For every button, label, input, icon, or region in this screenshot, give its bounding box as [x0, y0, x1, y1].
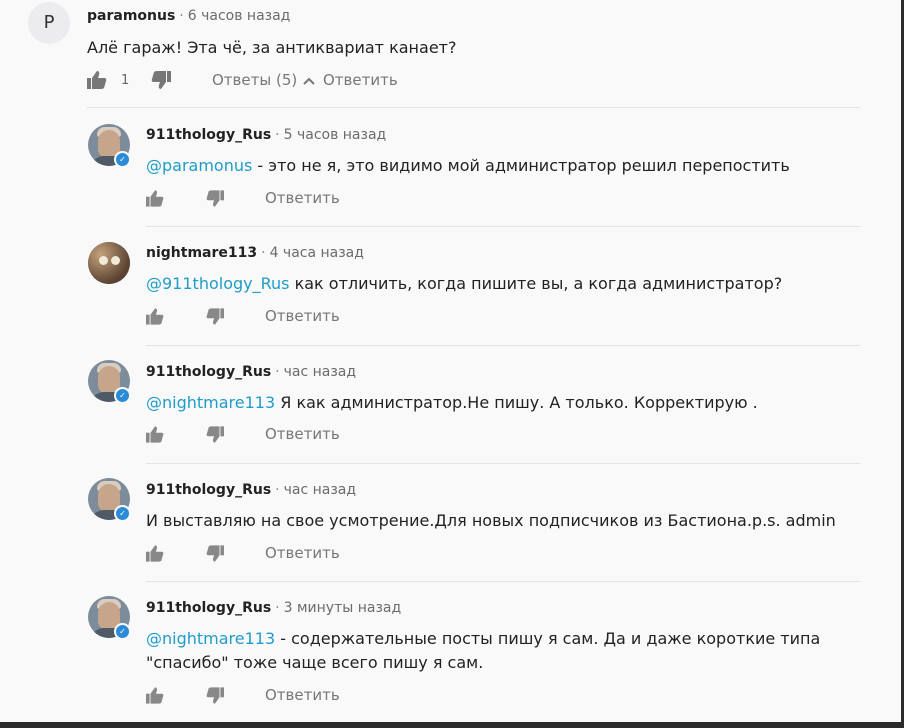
comment-body: Я как администратор.Не пишу. А только. К…	[275, 393, 758, 412]
comment-time[interactable]: 6 часов назад	[188, 8, 291, 24]
chevron-up-icon	[303, 71, 315, 89]
comment-body: - это не я, это видимо мой администратор…	[252, 156, 790, 175]
comment-body: как отличить, когда пишите вы, а когда а…	[289, 274, 783, 293]
thumbs-down-icon[interactable]	[206, 424, 224, 444]
comment-meta: 911thology_Rus · 5 часов назад	[146, 126, 386, 144]
avatar[interactable]: P	[28, 2, 70, 44]
user-mention[interactable]: @nightmare113	[146, 629, 275, 648]
reply-button[interactable]: Ответить	[265, 424, 340, 444]
verified-badge-icon: ✓	[114, 387, 131, 404]
meta-separator: ·	[275, 600, 280, 616]
comment-meta: 911thology_Rus · час назад	[146, 481, 356, 499]
comment-actions: Ответить	[146, 424, 446, 444]
thumbs-up-icon[interactable]	[146, 685, 164, 705]
replies-toggle[interactable]: Ответы (5)	[212, 70, 315, 90]
author-name[interactable]: 911thology_Rus	[146, 482, 271, 498]
window-frame-bottom	[0, 722, 904, 728]
comment-text: @nightmare113 Я как администратор.Не пиш…	[146, 391, 861, 415]
comment-meta: 911thology_Rus · час назад	[146, 363, 356, 381]
thumbs-up-icon[interactable]	[146, 424, 164, 444]
reply-button[interactable]: Ответить	[323, 70, 398, 90]
comment-time[interactable]: 3 минуты назад	[284, 600, 402, 616]
verified-badge-icon: ✓	[114, 151, 131, 168]
thumbs-up-icon[interactable]	[87, 70, 107, 90]
meta-separator: ·	[275, 482, 280, 498]
comment-body: Алё гараж! Эта чё, за антиквариат канает…	[87, 38, 457, 57]
comment-meta: nightmare113 · 4 часа назад	[146, 244, 364, 262]
author-name[interactable]: 911thology_Rus	[146, 600, 271, 616]
reply-button[interactable]: Ответить	[265, 306, 340, 326]
thumbs-down-icon[interactable]	[206, 685, 224, 705]
comment-text: И выставляю на свое усмотрение.Для новых…	[146, 509, 861, 533]
verified-badge-icon: ✓	[114, 505, 131, 522]
author-name[interactable]: nightmare113	[146, 245, 257, 261]
divider	[146, 226, 860, 227]
comment-body: И выставляю на свое усмотрение.Для новых…	[146, 511, 836, 530]
author-name[interactable]: paramonus	[87, 8, 175, 24]
thumbs-up-icon[interactable]	[146, 188, 164, 208]
meta-separator: ·	[275, 364, 280, 380]
comment-actions: Ответить	[146, 685, 446, 705]
thumbs-up-icon[interactable]	[146, 543, 164, 563]
replies-label: Ответы (5)	[212, 71, 298, 89]
meta-separator: ·	[179, 8, 184, 24]
comment-time[interactable]: 4 часа назад	[270, 245, 364, 261]
comment-actions: Ответить	[146, 188, 446, 208]
comment-text: @911thology_Rus как отличить, когда пиши…	[146, 272, 861, 296]
avatar-letter: P	[43, 12, 55, 33]
comment-time[interactable]: час назад	[284, 364, 356, 380]
user-mention[interactable]: @paramonus	[146, 156, 252, 175]
thumbs-up-icon[interactable]	[146, 306, 164, 326]
divider	[87, 107, 860, 108]
reply-button[interactable]: Ответить	[265, 543, 340, 563]
like-count: 1	[121, 72, 130, 88]
divider	[146, 463, 860, 464]
avatar[interactable]	[88, 242, 130, 284]
divider	[146, 581, 860, 582]
thumbs-down-icon[interactable]	[151, 70, 171, 90]
author-name[interactable]: 911thology_Rus	[146, 127, 271, 143]
meta-separator: ·	[275, 127, 280, 143]
comment-text: @nightmare113 - содержательные посты пиш…	[146, 627, 861, 675]
comment-text: Алё гараж! Эта чё, за антиквариат канает…	[87, 36, 847, 60]
thumbs-down-icon[interactable]	[206, 188, 224, 208]
verified-badge-icon: ✓	[114, 623, 131, 640]
thumbs-down-icon[interactable]	[206, 543, 224, 563]
thumbs-down-icon[interactable]	[206, 306, 224, 326]
comment-actions: 1 Ответы (5) Ответить	[87, 70, 487, 90]
comment-actions: Ответить	[146, 306, 446, 326]
user-mention[interactable]: @911thology_Rus	[146, 274, 289, 293]
comment-meta: paramonus · 6 часов назад	[87, 7, 290, 25]
comment-text: @paramonus - это не я, это видимо мой ад…	[146, 154, 861, 178]
comment-time[interactable]: 5 часов назад	[284, 127, 387, 143]
divider	[146, 345, 860, 346]
author-name[interactable]: 911thology_Rus	[146, 364, 271, 380]
user-mention[interactable]: @nightmare113	[146, 393, 275, 412]
comment-actions: Ответить	[146, 543, 446, 563]
comment-meta: 911thology_Rus · 3 минуты назад	[146, 599, 401, 617]
comment-time[interactable]: час назад	[284, 482, 356, 498]
reply-button[interactable]: Ответить	[265, 188, 340, 208]
meta-separator: ·	[261, 245, 266, 261]
reply-button[interactable]: Ответить	[265, 685, 340, 705]
